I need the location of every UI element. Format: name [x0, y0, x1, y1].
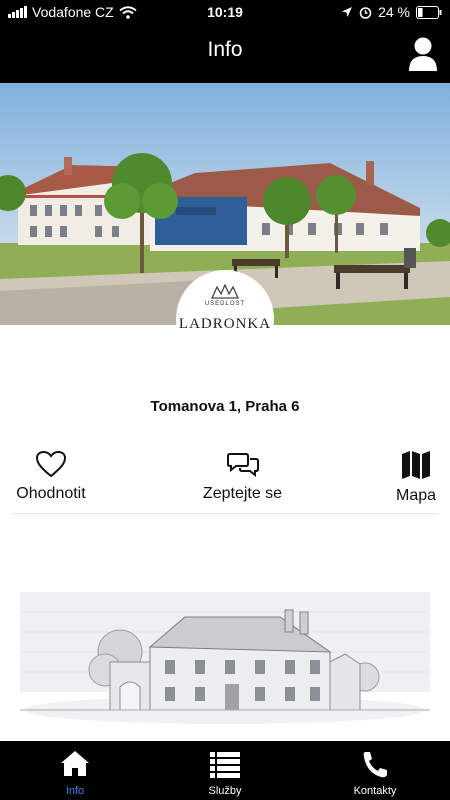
action-row: Ohodnotit Zeptejte se Mapa	[0, 450, 450, 510]
tab-bar: Info Služby Kontakty	[0, 741, 450, 800]
page-title: Info	[207, 38, 243, 61]
battery-icon	[416, 5, 442, 19]
alarm-icon	[359, 6, 372, 19]
tab-contacts-label: Kontakty	[353, 785, 397, 797]
list-icon	[210, 752, 240, 778]
map-label: Mapa	[395, 487, 437, 504]
chat-bubbles-icon	[226, 453, 259, 478]
tab-services-label: Služby	[208, 785, 242, 797]
battery-percent: 24 %	[378, 4, 410, 20]
divider	[12, 513, 438, 514]
logo-subtitle: USEDLOST	[204, 301, 246, 307]
map-icon	[402, 451, 430, 479]
address-text: Tomanova 1, Praha 6	[150, 398, 300, 415]
status-bar: Vodafone CZ 10:19 24 %	[0, 0, 450, 26]
logo-badge: USEDLOST LADRONKA	[176, 270, 274, 368]
tab-contacts[interactable]: Kontakty	[300, 741, 450, 800]
tab-info-label: Info	[65, 785, 85, 797]
ask-button[interactable]: Zeptejte se	[190, 450, 295, 503]
building-sketch	[20, 592, 430, 727]
heart-icon	[35, 450, 67, 478]
profile-button[interactable]	[406, 36, 440, 72]
phone-icon	[363, 752, 387, 778]
rate-button[interactable]: Ohodnotit	[8, 450, 94, 503]
logo-crown-icon	[210, 284, 240, 299]
user-icon	[409, 37, 437, 71]
status-right: 24 %	[341, 4, 442, 20]
logo-name: LADRONKA	[178, 316, 272, 332]
map-button[interactable]: Mapa	[390, 450, 442, 505]
tab-info[interactable]: Info	[0, 741, 150, 800]
nav-bar: Info	[0, 26, 450, 83]
tab-services[interactable]: Služby	[150, 741, 300, 800]
location-arrow-icon	[342, 7, 353, 17]
home-icon	[61, 751, 89, 776]
rate-label: Ohodnotit	[16, 485, 86, 502]
ask-label: Zeptejte se	[202, 485, 283, 502]
